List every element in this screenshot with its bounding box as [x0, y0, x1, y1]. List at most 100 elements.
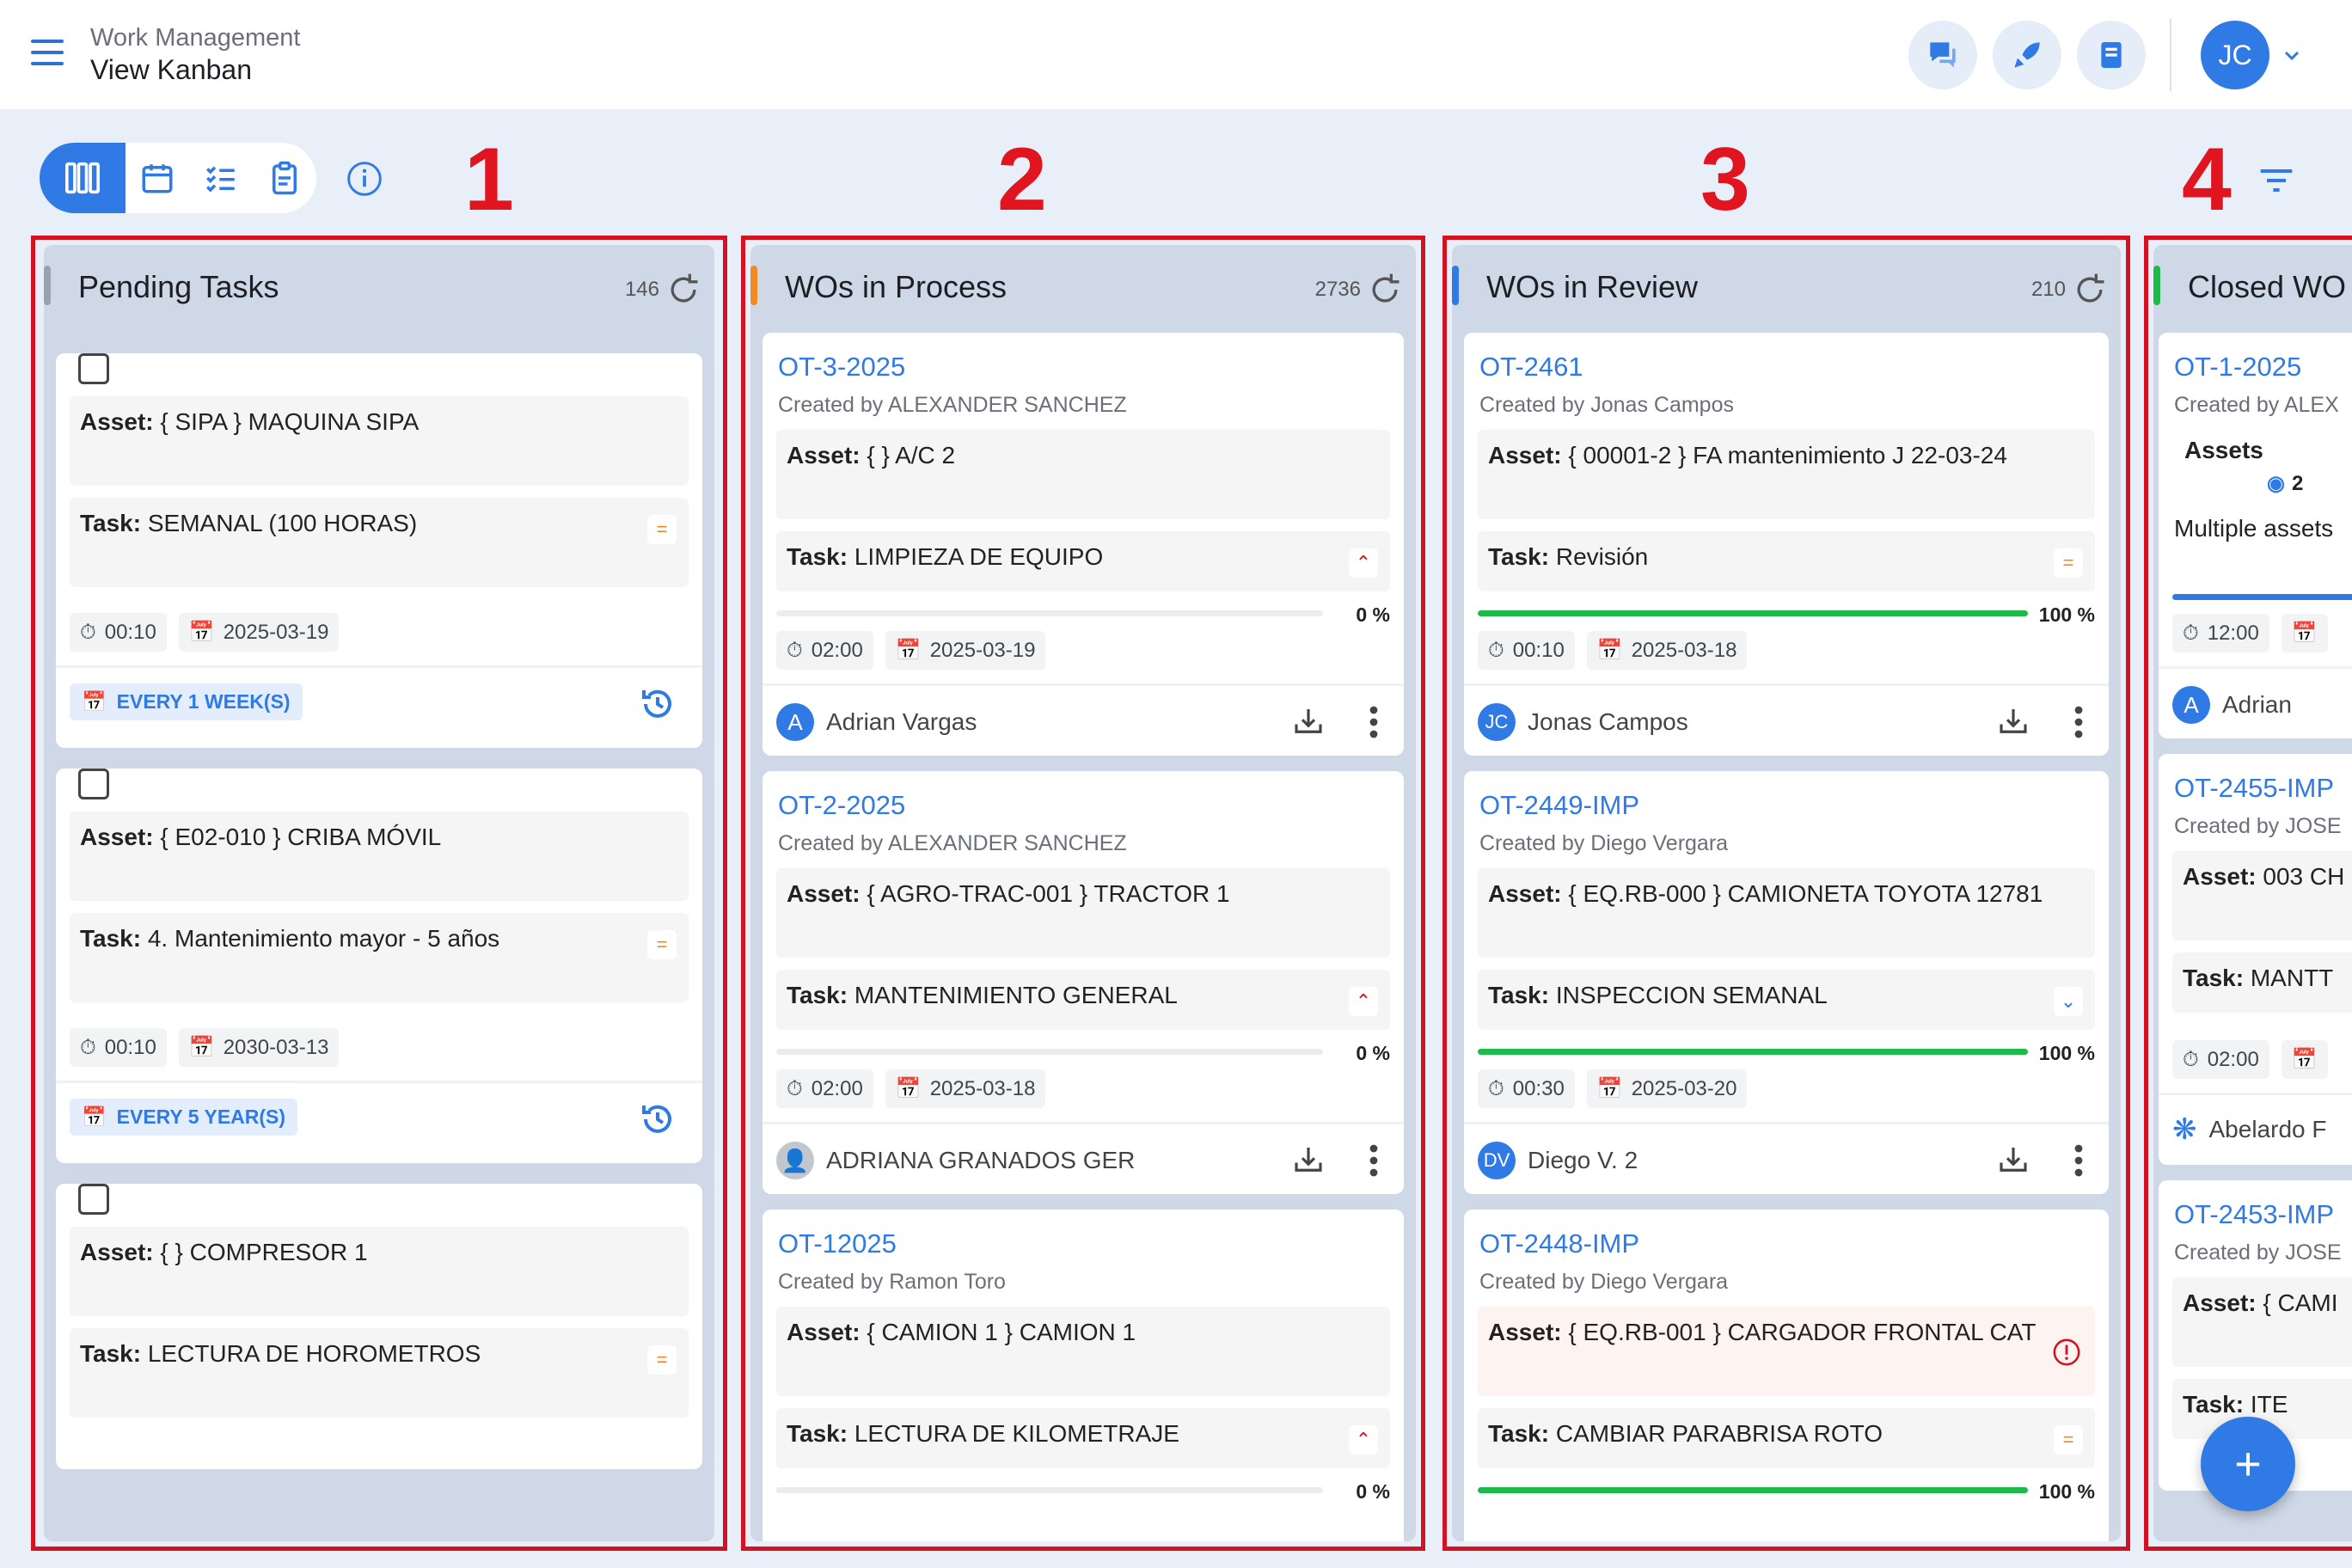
column-header: WOs in Process 2736 [750, 245, 1416, 333]
progress: 100 % [1478, 603, 2095, 629]
work-order-card[interactable]: OT-1-2025 Created by ALEX Assets ◉ 2 Mult… [2159, 333, 2352, 738]
task-field: Task: Revisión = [1478, 531, 2095, 591]
task-field: Task: INSPECCION SEMANAL ⌄ [1478, 970, 2095, 1030]
work-order-code[interactable]: OT-2461 [1464, 333, 2109, 383]
menu-icon[interactable] [31, 40, 64, 67]
priority-medium-icon: = [647, 515, 677, 544]
column-closed-wo: Closed WO OT-1-2025 Created by ALEX Asse… [2144, 236, 2352, 1551]
progress: 0 % [776, 603, 1390, 629]
calendar-view-button[interactable] [126, 143, 189, 213]
work-order-code[interactable]: OT-1-2025 [2159, 333, 2352, 383]
task-field: Task: CAMBIAR PARABRISA ROTO = [1478, 1408, 2095, 1468]
more-vertical-icon[interactable] [2073, 1143, 2085, 1178]
filter-icon[interactable] [2257, 163, 2295, 198]
assets-count: ◉ 2 [2267, 471, 2304, 496]
more-vertical-icon[interactable] [1368, 1143, 1380, 1178]
work-order-code[interactable]: OT-2448-IMP [1464, 1210, 2109, 1259]
calendar-icon: 📅 [2291, 1048, 2318, 1071]
download-icon[interactable] [1995, 1142, 2031, 1178]
task-checkbox[interactable] [78, 353, 109, 384]
download-icon[interactable] [1290, 703, 1326, 739]
clipboard-view-button[interactable] [253, 143, 316, 213]
checklist-view-button[interactable] [189, 143, 253, 213]
info-icon[interactable] [346, 160, 383, 198]
task-card[interactable]: Asset: { } COMPRESOR 1 Task: LECTURA DE … [56, 1184, 702, 1469]
column-title: Pending Tasks [78, 269, 279, 304]
priority-high-icon: ⌃ [1349, 1425, 1378, 1455]
recurrence-badge: 📅 EVERY 5 YEAR(S) [70, 1099, 298, 1136]
column-color-bar [2153, 266, 2160, 305]
created-by: Created by Jonas Campos [1479, 393, 1734, 417]
add-button[interactable]: + [2201, 1417, 2295, 1511]
work-order-code[interactable]: OT-3-2025 [763, 333, 1404, 383]
task-card[interactable]: Asset: { SIPA } MAQUINA SIPA Task: SEMAN… [56, 353, 702, 748]
work-order-code[interactable]: OT-12025 [763, 1210, 1404, 1259]
timer-icon: ⏱ [1488, 638, 1504, 662]
work-order-code[interactable]: OT-2453-IMP [2159, 1180, 2352, 1230]
date-badge: 📅 2025-03-18 [1586, 631, 1748, 670]
calendar-repeat-icon: 📅 [82, 1106, 107, 1128]
column-title: WOs in Review [1486, 269, 1699, 304]
date-badge: 📅 2030-03-13 [178, 1028, 340, 1067]
task-card[interactable]: Asset: { E02-010 } CRIBA MÓVIL Task: 4. … [56, 769, 702, 1163]
duration-badge: ⏱ 00:10 [70, 1028, 167, 1067]
more-vertical-icon[interactable] [2073, 705, 2085, 739]
more-vertical-icon[interactable] [1368, 705, 1380, 739]
work-order-card[interactable]: OT-2449-IMP Created by Diego Vergara Ass… [1464, 771, 2109, 1194]
download-icon[interactable] [1290, 1142, 1326, 1178]
work-order-card[interactable]: OT-2461 Created by Jonas Campos Asset: {… [1464, 333, 2109, 756]
book-button[interactable] [2077, 21, 2146, 89]
avatar: JC [1478, 703, 1516, 741]
column-title: WOs in Process [785, 269, 1008, 304]
kanban-view-button[interactable] [40, 143, 126, 213]
assignee: A Adrian Vargas [776, 703, 977, 741]
created-by: Created by JOSE [2174, 1240, 2342, 1265]
column-header: Closed WO [2153, 245, 2352, 333]
priority-medium-icon: = [647, 1345, 677, 1375]
history-icon[interactable] [637, 1099, 678, 1140]
asset-field: Asset: { CAMION 1 } CAMION 1 [776, 1307, 1390, 1396]
work-order-card[interactable]: OT-12025 Created by Ramon Toro Asset: { … [763, 1210, 1404, 1541]
checklist-view-icon [205, 166, 235, 193]
kanban-view-icon [64, 162, 100, 194]
refresh-icon[interactable] [1366, 271, 1404, 309]
column-number-1: 1 [464, 130, 514, 230]
work-order-card[interactable]: OT-3-2025 Created by ALEXANDER SANCHEZ A… [763, 333, 1404, 756]
header-divider [2170, 19, 2171, 91]
column-count: 2736 [1314, 278, 1361, 301]
download-icon[interactable] [1995, 703, 2031, 739]
asset-field: Asset: { } A/C 2 [776, 430, 1390, 519]
history-icon[interactable] [637, 683, 678, 725]
check-circle-icon: ◉ [2267, 472, 2285, 495]
task-checkbox[interactable] [78, 1184, 109, 1215]
chevron-down-icon[interactable] [2282, 45, 2302, 65]
task-field: Task: MANTT [2172, 952, 2352, 1013]
refresh-icon[interactable] [2071, 271, 2109, 309]
asset-field: Asset: { AGRO-TRAC-001 } TRACTOR 1 [776, 868, 1390, 958]
work-order-card[interactable]: OT-2448-IMP Created by Diego Vergara Ass… [1464, 1210, 2109, 1541]
work-order-card[interactable]: OT-2-2025 Created by ALEXANDER SANCHEZ A… [763, 771, 1404, 1194]
work-order-code[interactable]: OT-2-2025 [763, 771, 1404, 821]
work-order-code[interactable]: OT-2449-IMP [1464, 771, 2109, 821]
duration-badge: ⏱ 02:00 [2172, 1040, 2269, 1079]
timer-icon: ⏱ [1488, 1076, 1504, 1100]
user-avatar[interactable]: JC [2201, 21, 2269, 89]
created-by: Created by ALEXANDER SANCHEZ [778, 393, 1127, 417]
refresh-icon[interactable] [665, 271, 702, 309]
duration-badge: ⏱ 00:10 [1478, 631, 1575, 670]
chat-button[interactable] [1908, 21, 1977, 89]
column-color-bar [44, 266, 51, 305]
timer-icon: ⏱ [2183, 1047, 2199, 1071]
task-checkbox[interactable] [78, 769, 109, 799]
duration-badge: ⏱ 02:00 [776, 631, 873, 670]
column-wos-in-process: WOs in Process 2736 OT-3-2025 Created by… [741, 236, 1425, 1551]
assets-label: Assets [2184, 437, 2263, 463]
rocket-button[interactable] [1993, 21, 2061, 89]
column-number-4: 4 [2182, 130, 2232, 230]
clipboard-view-icon [272, 161, 297, 195]
avatar: A [2172, 686, 2210, 724]
work-order-code[interactable]: OT-2455-IMP [2159, 754, 2352, 804]
date-badge: 📅 2025-03-20 [1586, 1069, 1748, 1108]
work-order-card[interactable]: OT-2455-IMP Created by JOSE Asset: 003 C… [2159, 754, 2352, 1165]
calendar-icon: 📅 [895, 639, 922, 662]
